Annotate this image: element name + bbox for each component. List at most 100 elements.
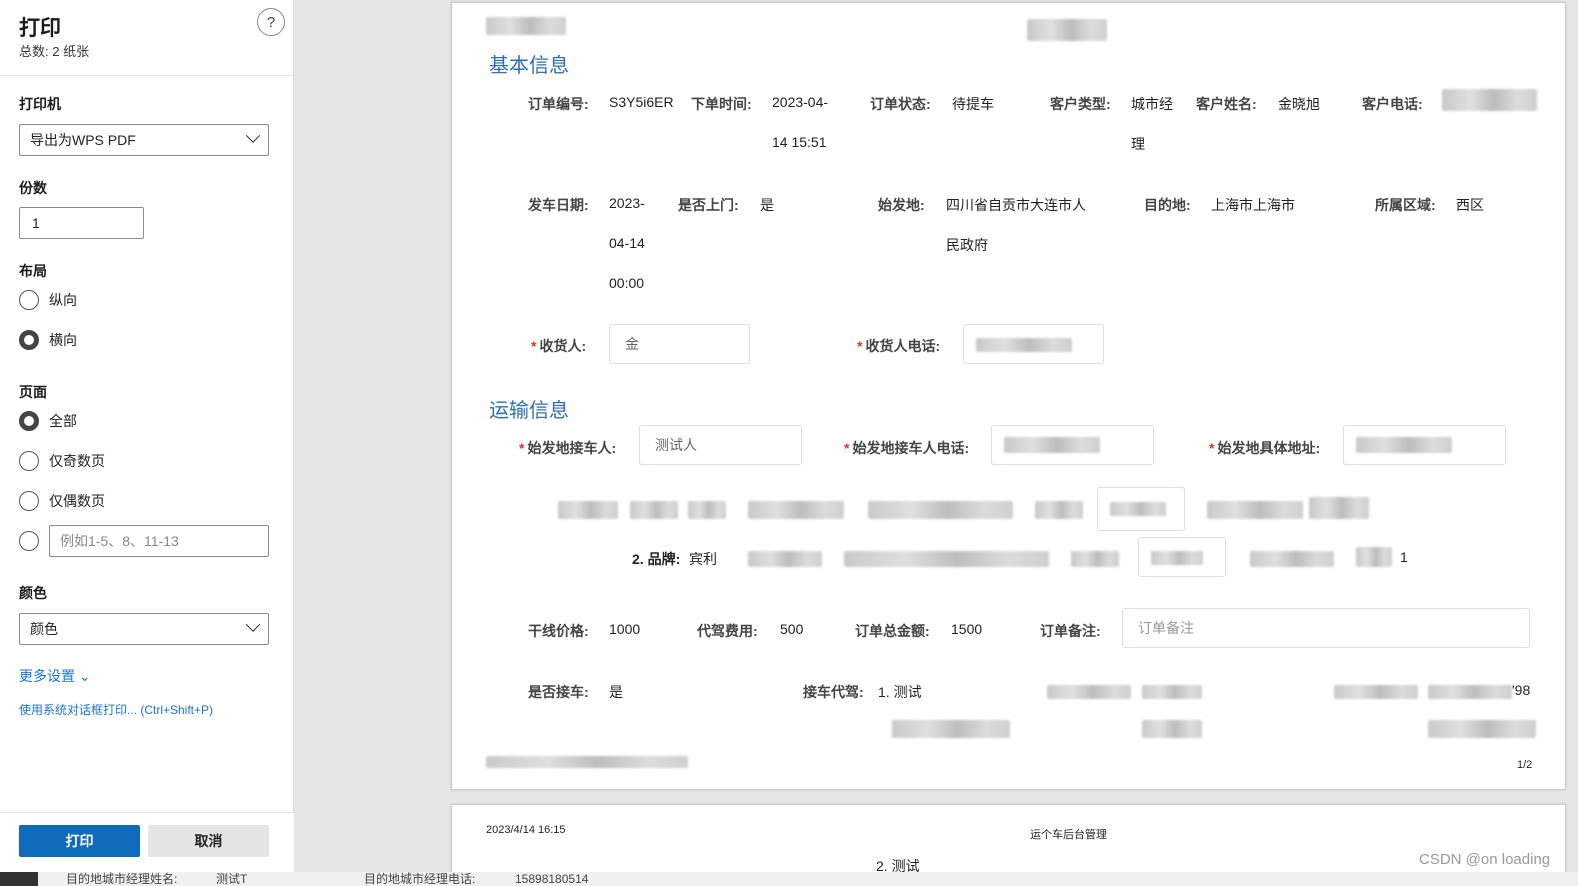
depart-date-value-3: 00:00 (609, 275, 645, 291)
copies-input[interactable]: 1 (19, 207, 144, 239)
section-title-transport: 运输信息 (489, 400, 569, 422)
redacted-car1-c (688, 501, 726, 519)
origin-contact-input[interactable]: 测试人 (639, 425, 802, 465)
pickup-driver-label: 接车代驾: (803, 684, 864, 700)
line-price-label: 干线价格: (528, 623, 589, 639)
car2-input[interactable] (1138, 537, 1226, 577)
door-label: 是否上门: (678, 197, 739, 213)
strip-text-3: 目的地城市经理电话: (364, 872, 476, 886)
driver-fee-label: 代驾费用: (697, 623, 758, 639)
print-button[interactable]: 打印 (19, 825, 140, 857)
customer-name-value: 金晓旭 (1278, 96, 1320, 112)
preview-page-1: 基本信息 订单编号: S3Y5i6ER 下单时间: 2023-04- 14 15… (451, 2, 1566, 790)
radio-odd-pages[interactable] (19, 451, 39, 471)
redacted-pickup-d (1428, 685, 1512, 699)
depart-date-label: 发车日期: (528, 197, 589, 213)
driver-fee-value: 500 (780, 621, 804, 637)
redacted-car1-h (1309, 497, 1369, 519)
region-value: 西区 (1456, 197, 1484, 213)
redacted-car2-b (844, 551, 1049, 567)
dest-label: 目的地: (1144, 197, 1191, 213)
redacted-pickup-a (1047, 685, 1131, 699)
redacted-footer-url (486, 756, 688, 768)
radio-custom-pages[interactable] (19, 531, 39, 551)
panel-header: 打印 总数: 2 纸张 ? (0, 0, 293, 76)
redacted-customer-phone (1442, 89, 1537, 111)
radio-even-pages[interactable] (19, 491, 39, 511)
chevron-down-icon (245, 617, 261, 632)
redacted-car1-f (1035, 501, 1083, 519)
custom-range-input[interactable]: 例如1-5、8、11-13 (49, 525, 269, 557)
layout-landscape-option[interactable]: 横向 (19, 330, 77, 350)
help-icon[interactable]: ? (257, 8, 285, 36)
pages-odd-option[interactable]: 仅奇数页 (19, 451, 105, 471)
pages-custom-option[interactable] (19, 531, 49, 551)
page-number: 1/2 (1517, 759, 1533, 771)
printer-select[interactable]: 导出为WPS PDF (19, 124, 269, 156)
origin-value-2: 民政府 (946, 237, 988, 253)
order-status-label: 订单状态: (870, 96, 931, 112)
origin-contact-phone-input[interactable] (991, 425, 1154, 465)
redacted-car1-b (630, 501, 678, 519)
copies-label: 份数 (19, 180, 47, 196)
car2-brand-label: 2. 品牌: (632, 551, 681, 567)
dest-value: 上海市上海市 (1211, 197, 1295, 213)
layout-portrait-label: 纵向 (49, 292, 77, 308)
redacted-header-left (486, 17, 566, 35)
customer-phone-label: 客户电话: (1362, 96, 1423, 112)
customer-type-value-1: 城市经 (1131, 96, 1173, 112)
total-value: 1500 (951, 621, 983, 637)
pages-even-option[interactable]: 仅偶数页 (19, 491, 105, 511)
phone-tail: '98 (1512, 682, 1531, 698)
page2-site-title: 运个车后台管理 (1030, 829, 1107, 841)
customer-name-label: 客户姓名: (1196, 96, 1257, 112)
order-status-value: 待提车 (952, 96, 994, 112)
redacted-car1-input (1110, 502, 1166, 516)
origin-address-input[interactable] (1343, 425, 1506, 465)
pickup-value: 是 (609, 684, 623, 700)
receiver-input[interactable]: 金 (609, 324, 750, 364)
receiver-phone-input[interactable] (963, 324, 1104, 364)
redacted-car1-a (558, 501, 618, 519)
more-settings-link[interactable]: 更多设置 ⌄ (19, 666, 91, 686)
layout-portrait-option[interactable]: 纵向 (19, 290, 77, 310)
pickup-label: 是否接车: (528, 684, 589, 700)
strip-text-1: 目的地城市经理姓名: (66, 872, 178, 886)
redacted-receiver-phone (976, 338, 1072, 352)
system-dialog-link[interactable]: 使用系统对话框打印... (Ctrl+Shift+P) (19, 701, 213, 718)
color-select[interactable]: 颜色 (19, 613, 269, 645)
redacted-origin-contact-phone (1004, 437, 1100, 453)
csdn-watermark: CSDN @on loading (1419, 851, 1551, 868)
car1-input[interactable] (1097, 487, 1185, 531)
car2-brand-value: 宾利 (689, 551, 717, 567)
depart-date-value-2: 04-14 (609, 235, 645, 251)
color-select-value: 颜色 (30, 621, 58, 637)
receiver-phone-label: * 收货人电话: (857, 338, 941, 354)
pages-all-option[interactable]: 全部 (19, 411, 77, 431)
redacted-pickup-f (1142, 720, 1202, 738)
car2-tail: 1 (1400, 549, 1408, 565)
redacted-car2-a (748, 551, 822, 567)
underlying-page-strip: 目的地城市经理姓名: 测试T 目的地城市经理电话: 15898180514 (0, 872, 1578, 886)
cancel-button[interactable]: 取消 (148, 825, 269, 857)
redacted-pickup-b (1142, 685, 1202, 699)
radio-all-pages[interactable] (19, 411, 39, 431)
redacted-car1-d (748, 501, 844, 519)
remark-input[interactable]: 订单备注 (1122, 608, 1530, 648)
receiver-label: * 收货人: (531, 338, 587, 354)
printer-select-value: 导出为WPS PDF (30, 132, 136, 148)
redacted-car1-e (868, 501, 1013, 519)
taskbar-edge (0, 872, 38, 886)
order-no-value: S3Y5i6ER (609, 94, 674, 110)
redacted-car2-e (1356, 547, 1392, 567)
radio-portrait[interactable] (19, 290, 39, 310)
redacted-car2-c (1071, 551, 1119, 567)
pages-label: 页面 (19, 384, 47, 400)
remark-label: 订单备注: (1040, 623, 1101, 639)
radio-landscape[interactable] (19, 330, 39, 350)
pages-all-label: 全部 (49, 413, 77, 429)
order-time-value-1: 2023-04- (772, 94, 829, 110)
chevron-down-icon (245, 128, 261, 143)
panel-title: 打印 (19, 17, 61, 40)
strip-text-2: 测试T (216, 872, 248, 886)
